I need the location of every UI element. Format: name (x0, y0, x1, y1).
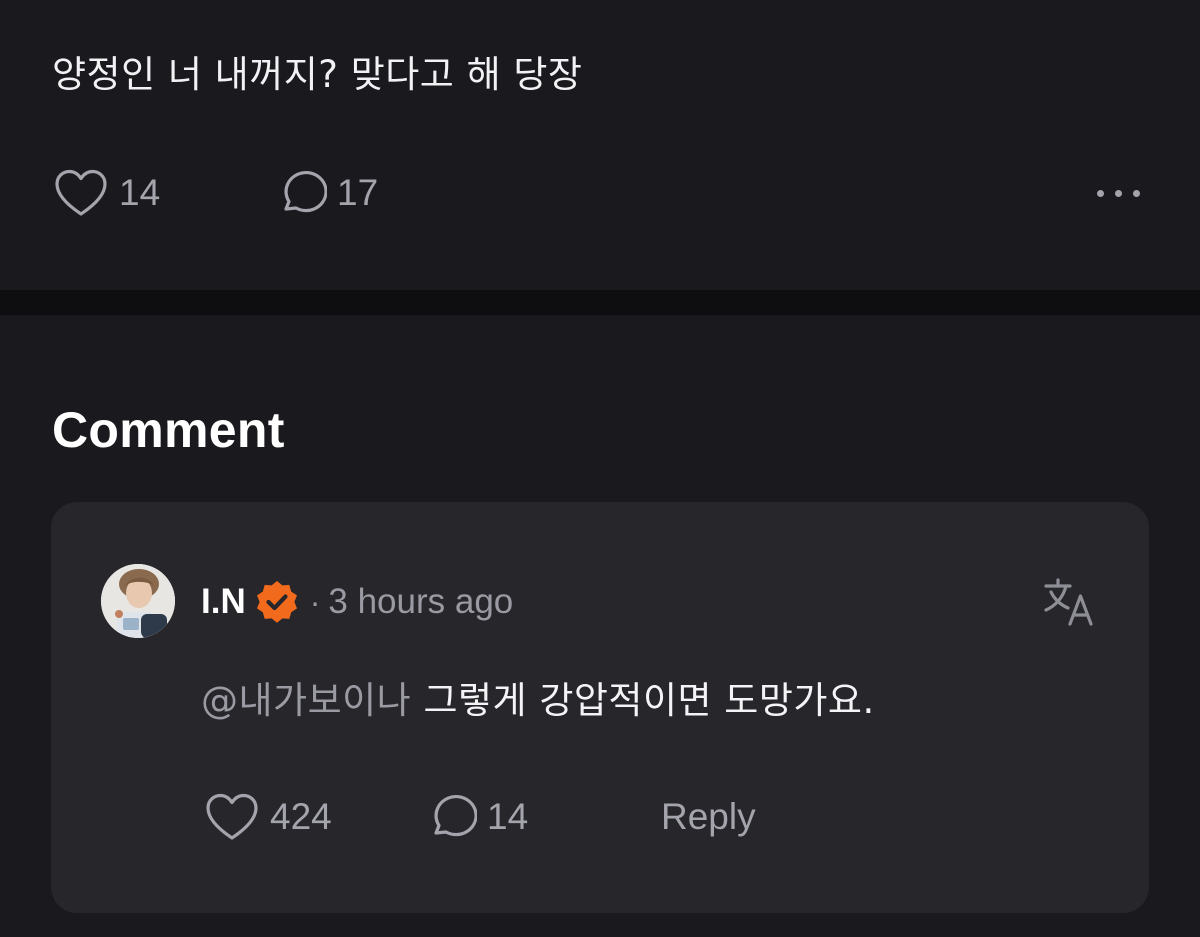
verified-badge-icon (256, 581, 297, 623)
more-options-button[interactable] (1097, 166, 1140, 220)
post-text: 양정인 너 내꺼지? 맞다고 해 당장 (52, 53, 583, 96)
comment-actions: 424 14 Reply (51, 790, 1149, 844)
comment-timestamp: 3 hours ago (328, 582, 514, 621)
speech-bubble-icon (434, 795, 477, 837)
comment-body: @내가보이나 그렇게 강압적이면 도망가요. (201, 670, 875, 724)
translate-button[interactable] (1041, 574, 1097, 630)
heart-icon (206, 793, 258, 840)
comment-replies-button[interactable]: 14 (425, 790, 528, 844)
avatar[interactable] (101, 564, 175, 638)
post-like-count: 14 (119, 172, 161, 213)
comment-username[interactable]: I.N (201, 582, 246, 622)
post: 양정인 너 내꺼지? 맞다고 해 당장 14 17 (0, 0, 1200, 290)
comment-like-button[interactable]: 424 (204, 790, 332, 844)
more-dots-icon (1115, 189, 1122, 197)
heart-icon (55, 169, 107, 216)
comment-section: Comment I.N · 3 hours ago @내가보이나 그렇게 강압적… (0, 315, 1200, 937)
post-actions: 14 17 (0, 166, 1200, 220)
comment-header: I.N · 3 hours ago (201, 576, 513, 628)
post-like-button[interactable]: 14 (53, 166, 160, 220)
meta-separator: · (309, 583, 321, 620)
speech-bubble-icon (284, 171, 327, 213)
reply-button[interactable]: Reply (661, 790, 756, 844)
translate-icon (1044, 578, 1093, 626)
post-comment-button[interactable]: 17 (275, 166, 378, 220)
comment-reply-count: 14 (487, 796, 529, 837)
comment-mention[interactable]: @내가보이나 (201, 679, 411, 722)
more-dots-icon (1133, 189, 1140, 197)
avatar-image (101, 564, 175, 638)
section-divider (0, 290, 1200, 315)
post-comment-count: 17 (337, 172, 379, 213)
comment-text: 그렇게 강압적이면 도망가요. (423, 679, 875, 722)
comment-section-title: Comment (52, 402, 285, 458)
comment-card: I.N · 3 hours ago @내가보이나 그렇게 강압적이면 도망가요.… (51, 502, 1149, 913)
comment-like-count: 424 (270, 796, 332, 837)
more-dots-icon (1097, 189, 1104, 197)
